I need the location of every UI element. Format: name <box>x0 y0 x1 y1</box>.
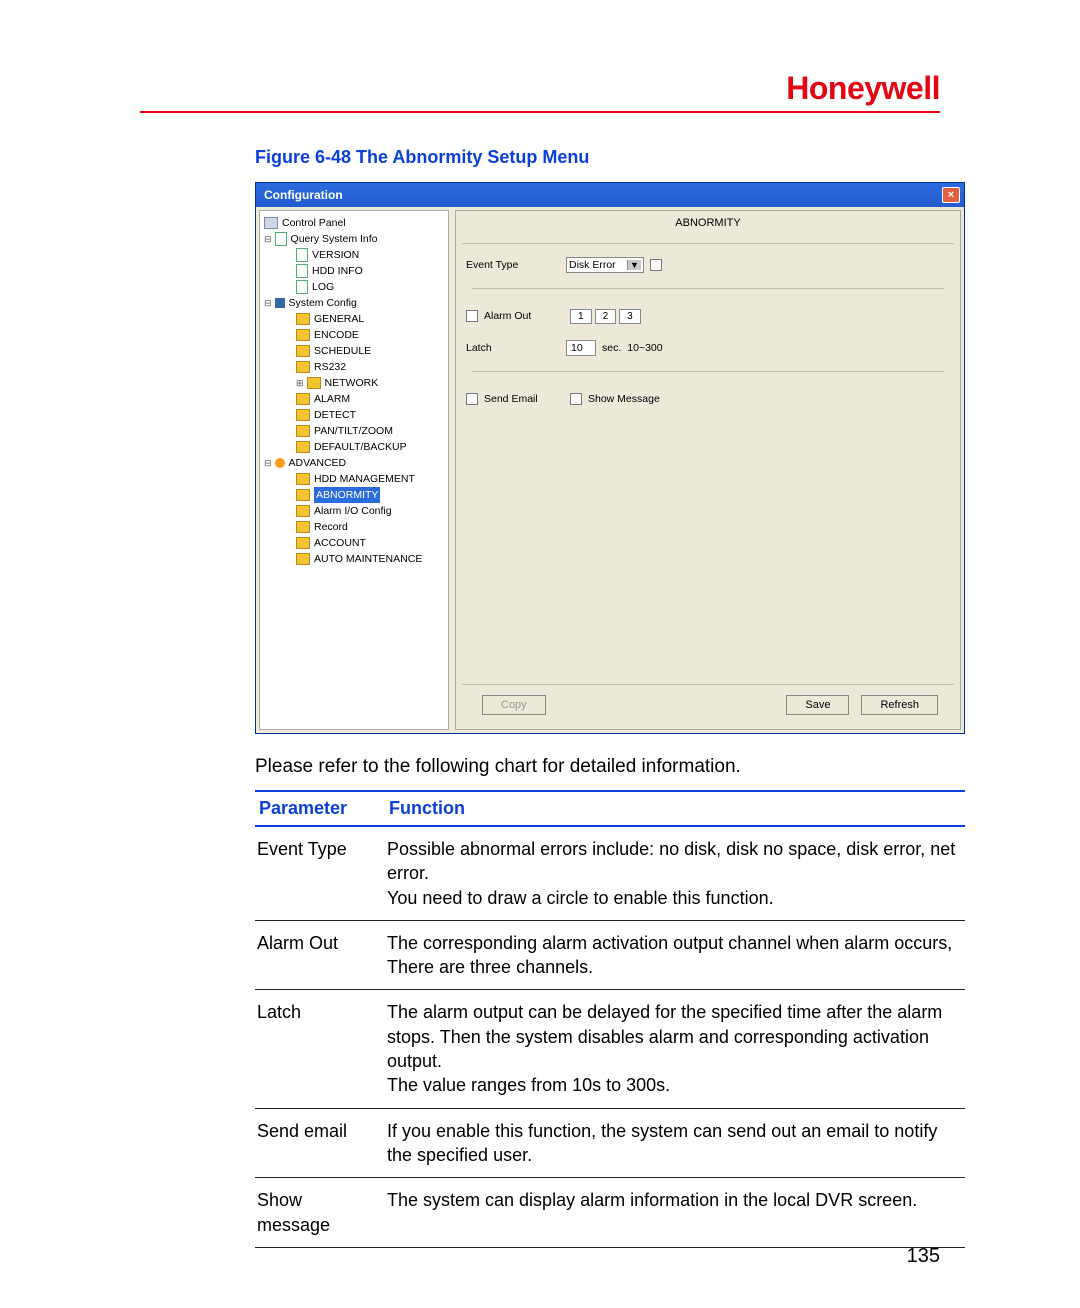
tree-version[interactable]: VERSION <box>260 247 448 263</box>
tree-control-panel[interactable]: Control Panel <box>260 215 448 231</box>
tree-alarm[interactable]: ALARM <box>260 391 448 407</box>
tree-rs232[interactable]: RS232 <box>260 359 448 375</box>
th-parameter: Parameter <box>255 791 385 826</box>
row-email-msg: Send Email Show Message <box>466 386 950 412</box>
param-cell: Latch <box>255 990 385 1108</box>
alarm-out-2[interactable]: 2 <box>595 309 617 324</box>
tree-advanced[interactable]: ADVANCED <box>260 455 448 471</box>
param-cell: Event Type <box>255 826 385 920</box>
divider <box>472 288 944 289</box>
save-button[interactable]: Save <box>786 695 849 715</box>
th-function: Function <box>385 791 965 826</box>
tree-detect[interactable]: DETECT <box>260 407 448 423</box>
param-cell: Send email <box>255 1108 385 1178</box>
send-email-label: Send Email <box>484 393 570 405</box>
show-message-label: Show Message <box>588 393 660 405</box>
func-cell: Possible abnormal errors include: no dis… <box>385 826 965 920</box>
show-message-checkbox[interactable] <box>570 393 582 405</box>
tree-log[interactable]: LOG <box>260 279 448 295</box>
tree-sysconfig[interactable]: System Config <box>260 295 448 311</box>
alarm-out-1[interactable]: 1 <box>570 309 592 324</box>
alarm-out-label: Alarm Out <box>484 310 570 322</box>
send-email-checkbox[interactable] <box>466 393 478 405</box>
refresh-button[interactable]: Refresh <box>861 695 938 715</box>
close-icon[interactable]: × <box>942 187 960 203</box>
tree-encode[interactable]: ENCODE <box>260 327 448 343</box>
latch-unit: sec. <box>602 342 621 354</box>
param-cell: Alarm Out <box>255 920 385 990</box>
event-type-select[interactable]: Disk Error ▼ <box>566 257 644 273</box>
config-tree[interactable]: Control Panel Query System Info VERSION … <box>259 210 449 730</box>
row-event-type: Event Type Disk Error ▼ <box>466 252 950 278</box>
table-row: Event Type Possible abnormal errors incl… <box>255 826 965 920</box>
alarm-out-3[interactable]: 3 <box>619 309 641 324</box>
tree-hddinfo[interactable]: HDD INFO <box>260 263 448 279</box>
page-number: 135 <box>907 1245 940 1268</box>
latch-label: Latch <box>466 342 566 354</box>
row-alarm-out: Alarm Out 1 2 3 <box>466 303 950 329</box>
row-latch: Latch 10 sec. 10~300 <box>466 335 950 361</box>
table-row: Show message The system can display alar… <box>255 1178 965 1248</box>
tree-hddmgmt[interactable]: HDD MANAGEMENT <box>260 471 448 487</box>
func-cell: The system can display alarm information… <box>385 1178 965 1248</box>
table-row: Alarm Out The corresponding alarm activa… <box>255 920 965 990</box>
copy-button[interactable]: Copy <box>482 695 546 715</box>
latch-input[interactable]: 10 <box>566 340 596 356</box>
tree-ptz[interactable]: PAN/TILT/ZOOM <box>260 423 448 439</box>
tree-alarmio[interactable]: Alarm I/O Config <box>260 503 448 519</box>
tree-automaint[interactable]: AUTO MAINTENANCE <box>260 551 448 567</box>
func-cell: The alarm output can be delayed for the … <box>385 990 965 1108</box>
brand-logo: Honeywell <box>140 70 940 113</box>
window-title: Configuration <box>264 188 343 202</box>
tree-default[interactable]: DEFAULT/BACKUP <box>260 439 448 455</box>
tree-network[interactable]: NETWORK <box>260 375 448 391</box>
tree-query[interactable]: Query System Info <box>260 231 448 247</box>
param-cell: Show message <box>255 1178 385 1248</box>
abnormity-form: Event Type Disk Error ▼ Alarm Out 1 <box>456 244 960 684</box>
intro-text: Please refer to the following chart for … <box>255 756 940 778</box>
figure-caption: Figure 6-48 The Abnormity Setup Menu <box>255 147 940 168</box>
divider <box>472 371 944 372</box>
window-titlebar: Configuration × <box>256 183 964 207</box>
panel-footer: Copy Save Refresh <box>462 684 954 729</box>
panel-title: ABNORMITY <box>462 211 954 244</box>
chevron-down-icon[interactable]: ▼ <box>627 260 641 270</box>
parameter-table: Parameter Function Event Type Possible a… <box>255 790 965 1248</box>
latch-range: 10~300 <box>627 342 662 354</box>
event-type-label: Event Type <box>466 259 566 271</box>
tree-abnormity[interactable]: ABNORMITY <box>260 487 448 503</box>
table-row: Send email If you enable this function, … <box>255 1108 965 1178</box>
func-cell: The corresponding alarm activation outpu… <box>385 920 965 990</box>
table-row: Latch The alarm output can be delayed fo… <box>255 990 965 1108</box>
tree-record[interactable]: Record <box>260 519 448 535</box>
screenshot-window: Configuration × Control Panel Query Syst… <box>255 182 965 734</box>
document-page: Honeywell Figure 6-48 The Abnormity Setu… <box>0 0 1080 1288</box>
alarm-out-checkbox[interactable] <box>466 310 478 322</box>
tree-schedule[interactable]: SCHEDULE <box>260 343 448 359</box>
tree-account[interactable]: ACCOUNT <box>260 535 448 551</box>
tree-general[interactable]: GENERAL <box>260 311 448 327</box>
event-enable-checkbox[interactable] <box>650 259 662 271</box>
func-cell: If you enable this function, the system … <box>385 1108 965 1178</box>
